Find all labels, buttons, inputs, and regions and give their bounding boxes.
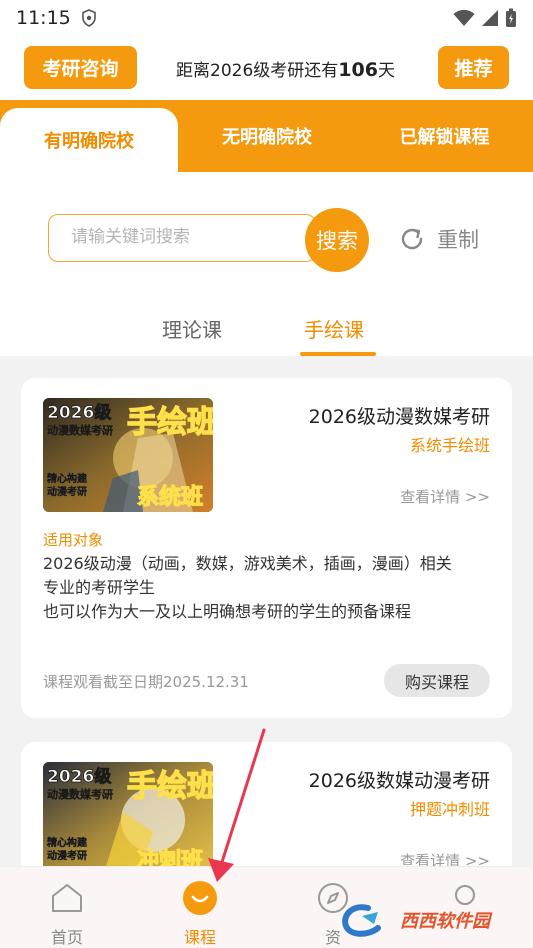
description-line: 专业的考研学生 [43, 578, 156, 597]
thumb-line1: 动漫数媒考研 [47, 423, 113, 437]
refresh-icon [401, 228, 423, 250]
nav-home-label: 首页 [50, 928, 83, 947]
tab-unlocked-courses[interactable]: 已解锁课程 [356, 100, 533, 172]
status-bar: 11:15 [0, 0, 533, 36]
nav-courses[interactable]: 课程 [155, 867, 245, 948]
signal-icon [482, 10, 498, 26]
status-icons [453, 8, 517, 28]
thumb-big: 手绘班 [127, 769, 213, 804]
battery-icon [506, 8, 516, 27]
thumb-big: 手绘班 [127, 405, 213, 440]
thumb-year: 2026级 [47, 766, 111, 787]
tab-no-specific-school[interactable]: 无明确院校 [178, 100, 356, 172]
consult-button[interactable]: 考研咨询 [24, 46, 137, 89]
subtab-active-indicator [300, 352, 376, 356]
nav-home[interactable]: 首页 [22, 867, 112, 948]
search-section: 搜索 重制 理论课 手绘课 [0, 172, 533, 356]
course-thumbnail: 2026级 动漫数媒考研 手绘班 精心构建 动漫考研 系统班 [43, 398, 213, 512]
course-deadline: 课程观看截至日期2025.12.31 [43, 673, 249, 691]
exam-countdown: 距离2026级考研还有106天 [176, 56, 395, 81]
reset-button[interactable]: 重制 [397, 224, 479, 254]
description-line: 也可以作为大一及以上明确想考研的学生的预备课程 [43, 602, 412, 621]
subtab-drawing[interactable]: 手绘课 [304, 314, 364, 343]
thumb-line1: 动漫数媒考研 [47, 787, 113, 801]
reset-label: 重制 [437, 228, 479, 252]
buy-course-button[interactable]: 购买课程 [384, 664, 490, 697]
search-box [48, 214, 316, 262]
countdown-suffix: 天 [377, 61, 395, 81]
countdown-days: 106 [338, 59, 378, 81]
watermark-logo [342, 904, 381, 937]
tab-specific-school[interactable]: 有明确院校 [0, 108, 178, 172]
top-header: 考研咨询 距离2026级考研还有106天 推荐 [0, 36, 533, 100]
site-watermark: 西西软件园 [338, 900, 518, 940]
course-card[interactable]: 2026级 动漫数媒考研 手绘班 精心构建 动漫考研 系统班 2026级动漫数媒… [21, 378, 512, 718]
search-button[interactable]: 搜索 [305, 208, 369, 272]
description-line: 2026级动漫（动画，数媒，游戏美术，插画，漫画）相关 [43, 554, 452, 573]
home-icon [52, 884, 82, 912]
course-title: 2026级数媒动漫考研 [308, 770, 490, 792]
subtab-theory[interactable]: 理论课 [162, 314, 222, 343]
watermark-text: 西西软件园 [400, 911, 490, 932]
thumb-year: 2026级 [47, 402, 111, 423]
countdown-prefix: 距离2026级考研还有 [176, 61, 339, 81]
vpn-shield-icon [81, 9, 96, 27]
category-tabs: 有明确院校 无明确院校 已解锁课程 [0, 100, 533, 172]
thumb-side1: 精心构建 [47, 472, 88, 485]
search-input[interactable] [71, 227, 291, 247]
target-audience-label: 适用对象 [43, 531, 104, 549]
thumb-side2: 动漫考研 [47, 485, 87, 498]
thumb-side1: 精心构建 [47, 836, 88, 849]
course-description: 2026级动漫（动画，数媒，游戏美术，插画，漫画）相关 专业的考研学生 也可以作… [43, 552, 493, 624]
course-smile-icon [183, 881, 217, 915]
course-subtitle: 押题冲刺班 [409, 800, 490, 819]
thumb-side2: 动漫考研 [47, 849, 87, 862]
recommend-button[interactable]: 推荐 [438, 46, 509, 89]
thumb-tag: 系统班 [137, 484, 203, 510]
view-details-link[interactable]: 查看详情 >> [400, 486, 490, 507]
status-time: 11:15 [16, 7, 71, 29]
course-thumbnail: 2026级 动漫数媒考研 手绘班 精心构建 动漫考研 冲刺班 [43, 762, 213, 876]
course-title: 2026级动漫数媒考研 [308, 406, 490, 428]
nav-courses-label: 课程 [183, 928, 216, 947]
wifi-icon [453, 9, 475, 26]
course-subtitle: 系统手绘班 [409, 436, 490, 455]
